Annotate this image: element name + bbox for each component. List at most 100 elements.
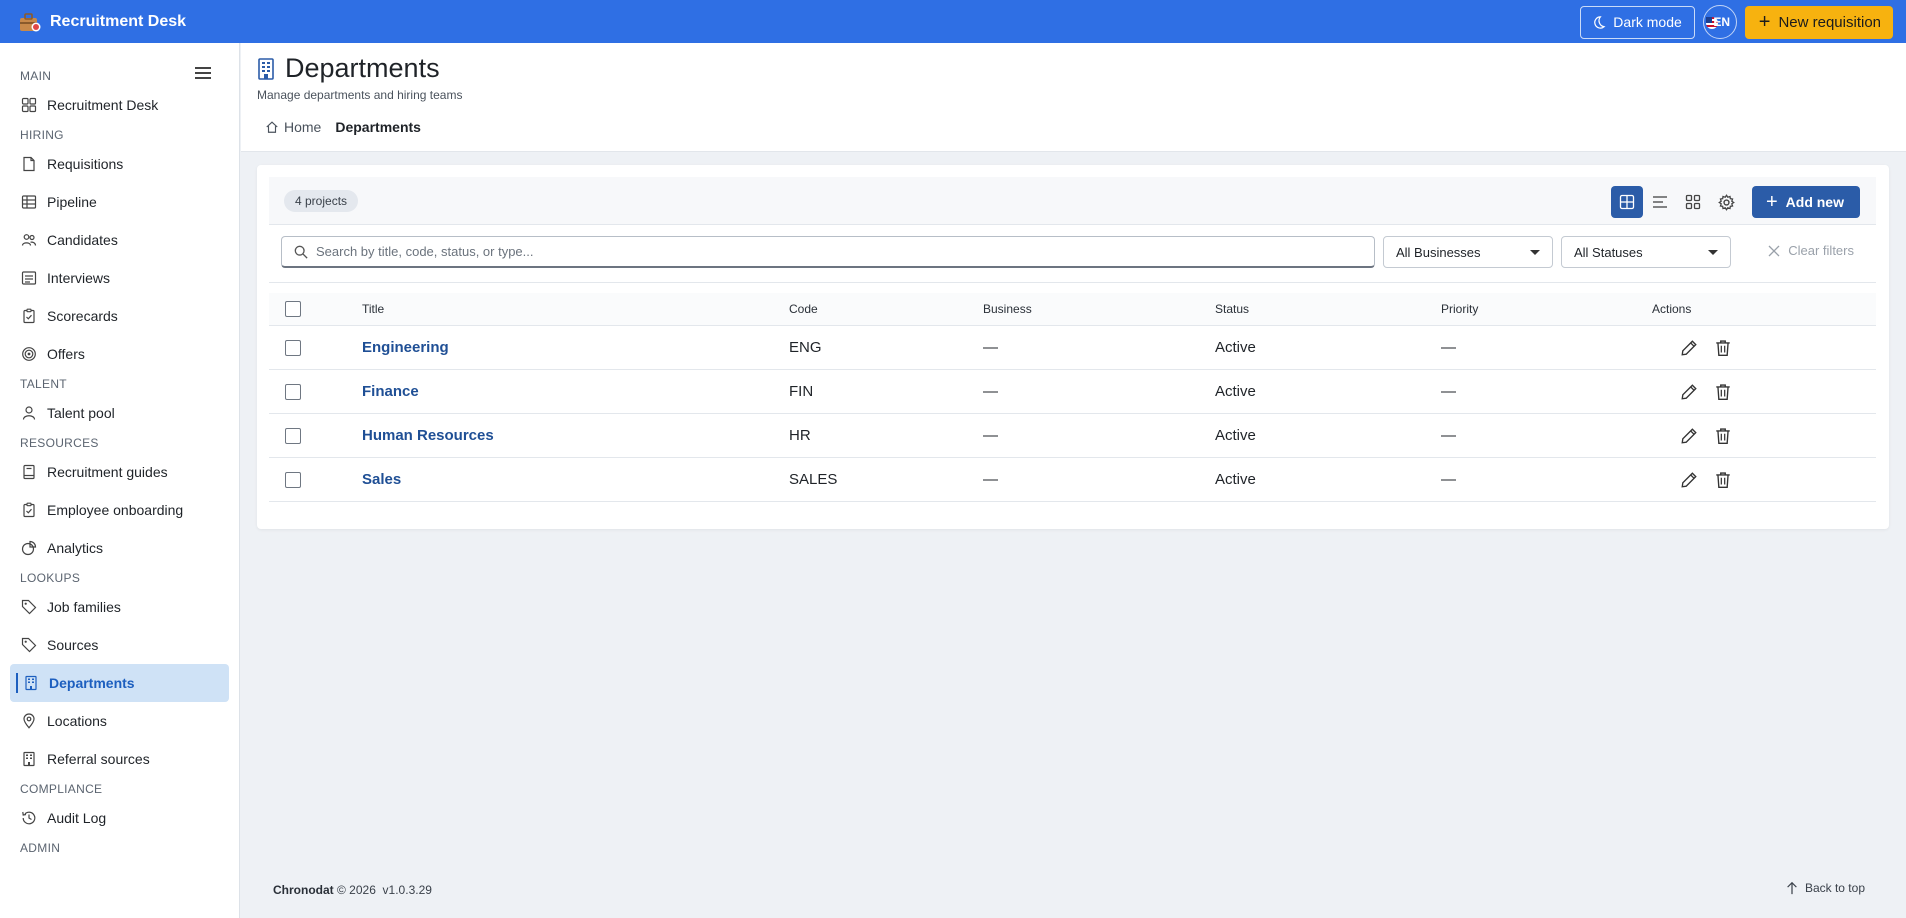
cell-code: FIN <box>789 383 814 400</box>
sidebar-item-requisitions[interactable]: Requisitions <box>10 145 229 183</box>
sidebar-item-analytics[interactable]: Analytics <box>10 529 229 567</box>
header-business[interactable]: Business <box>983 293 1032 325</box>
cell-business: — <box>983 471 998 488</box>
sidebar-item-employee-onboarding[interactable]: Employee onboarding <box>10 491 229 529</box>
row-checkbox[interactable] <box>285 339 301 356</box>
sidebar-item-talent-pool[interactable]: Talent pool <box>10 394 229 432</box>
dark-mode-button[interactable]: Dark mode <box>1580 5 1695 39</box>
sidebar-item-recruitment-desk[interactable]: Recruitment Desk <box>10 86 229 124</box>
clipboard-check-icon <box>23 308 35 324</box>
row-checkbox[interactable] <box>285 383 301 400</box>
arrow-up-icon <box>1787 881 1797 895</box>
sidebar-item-departments[interactable]: Departments <box>10 664 229 702</box>
business-select-value: All Businesses <box>1396 244 1481 260</box>
sidebar-item-label: Requisitions <box>47 156 124 172</box>
cell-title-link[interactable]: Sales <box>362 458 401 501</box>
sidebar-item-label: Referral sources <box>47 751 150 767</box>
business-select[interactable]: All Businesses <box>1383 236 1553 268</box>
header-status[interactable]: Status <box>1215 293 1249 325</box>
person-icon <box>22 406 36 420</box>
header-code[interactable]: Code <box>789 293 818 325</box>
gear-icon <box>1717 193 1735 211</box>
building-icon <box>258 57 274 80</box>
clear-filters-button[interactable]: Clear filters <box>1768 243 1854 258</box>
list-view-button[interactable] <box>1644 186 1676 218</box>
app-brand[interactable]: Recruitment Desk <box>18 10 186 34</box>
sidebar-item-offers[interactable]: Offers <box>10 335 229 373</box>
back-to-top-button[interactable]: Back to top <box>1785 881 1865 895</box>
add-new-label: Add new <box>1785 194 1844 210</box>
sidebar-section-lookups: LOOKUPS <box>20 570 81 585</box>
sidebar-item-interviews[interactable]: Interviews <box>10 259 229 297</box>
cell-title-link[interactable]: Human Resources <box>362 414 494 457</box>
cell-title-link[interactable]: Finance <box>362 370 419 413</box>
trash-icon[interactable] <box>1714 427 1732 445</box>
status-select[interactable]: All Statuses <box>1561 236 1731 268</box>
hamburger-menu-icon[interactable] <box>195 67 211 79</box>
pencil-icon[interactable] <box>1680 471 1698 489</box>
sidebar-item-label: Employee onboarding <box>47 502 184 518</box>
header-priority[interactable]: Priority <box>1441 293 1478 325</box>
departments-card: 4 projects + Add new All Businesse <box>257 165 1889 529</box>
search-input[interactable] <box>316 244 1366 259</box>
departments-table: Title Code Business Status Priority Acti… <box>269 293 1876 502</box>
home-icon <box>266 121 278 133</box>
sidebar-item-scorecards[interactable]: Scorecards <box>10 297 229 335</box>
sidebar-item-label: Pipeline <box>47 194 97 210</box>
settings-button[interactable] <box>1710 186 1742 218</box>
language-button[interactable]: EN <box>1702 5 1737 39</box>
sidebar-item-job-families[interactable]: Job families <box>10 588 229 626</box>
row-actions <box>1680 458 1748 501</box>
new-requisition-button[interactable]: + New requisition <box>1744 5 1893 39</box>
cell-priority: — <box>1441 339 1456 356</box>
sidebar-item-audit-log[interactable]: Audit Log <box>10 799 229 837</box>
document-icon <box>23 156 35 172</box>
breadcrumb-home[interactable]: Home <box>284 119 321 135</box>
sidebar-item-label: Candidates <box>47 232 118 248</box>
search-box[interactable] <box>281 236 1375 268</box>
pencil-icon[interactable] <box>1680 427 1698 445</box>
tag-icon <box>21 599 37 615</box>
cell-title-link[interactable]: Engineering <box>362 326 449 369</box>
footer-brand[interactable]: Chronodat <box>273 883 334 897</box>
header-title[interactable]: Title <box>362 293 384 325</box>
sidebar-item-candidates[interactable]: Candidates <box>10 221 229 259</box>
cell-status: Active <box>1215 339 1256 356</box>
trash-icon[interactable] <box>1714 471 1732 489</box>
page-subtitle: Manage departments and hiring teams <box>257 88 463 102</box>
trash-icon[interactable] <box>1714 339 1732 357</box>
tag-icon <box>21 637 37 653</box>
chevron-down-icon <box>1530 250 1540 255</box>
sidebar-item-label: Scorecards <box>47 308 118 324</box>
sidebar-item-referral-sources[interactable]: Referral sources <box>10 740 229 778</box>
table-row: Sales SALES — Active — <box>269 458 1876 502</box>
sidebar-item-label: Interviews <box>47 270 111 286</box>
people-icon <box>21 234 37 246</box>
pencil-icon[interactable] <box>1680 339 1698 357</box>
row-actions <box>1680 326 1748 369</box>
cell-business: — <box>983 383 998 400</box>
table-view-button[interactable] <box>1611 186 1643 218</box>
row-checkbox[interactable] <box>285 427 301 444</box>
sidebar-item-sources[interactable]: Sources <box>10 626 229 664</box>
close-icon <box>1768 245 1780 256</box>
app-title: Recruitment Desk <box>50 12 187 30</box>
page-header: Departments Manage departments and hirin… <box>241 43 1906 152</box>
count-badge: 4 projects <box>284 190 359 212</box>
cell-priority: — <box>1441 427 1456 444</box>
sidebar-item-locations[interactable]: Locations <box>10 702 229 740</box>
sidebar-item-recruitment-guides[interactable]: Recruitment guides <box>10 453 229 491</box>
sidebar-section-admin: ADMIN <box>20 840 61 855</box>
table-icon <box>21 195 37 209</box>
select-all-checkbox[interactable] <box>285 301 301 317</box>
sidebar-item-label: Recruitment guides <box>47 464 168 480</box>
footer: Chronodat © 2026 v1.0.3.29 <box>273 883 432 897</box>
cell-priority: — <box>1441 471 1456 488</box>
row-checkbox[interactable] <box>285 471 301 488</box>
grid-view-button[interactable] <box>1677 186 1709 218</box>
add-new-button[interactable]: + Add new <box>1751 186 1860 218</box>
sidebar-item-pipeline[interactable]: Pipeline <box>10 183 229 221</box>
trash-icon[interactable] <box>1714 383 1732 401</box>
pencil-icon[interactable] <box>1680 383 1698 401</box>
new-requisition-label: New requisition <box>1778 13 1881 31</box>
